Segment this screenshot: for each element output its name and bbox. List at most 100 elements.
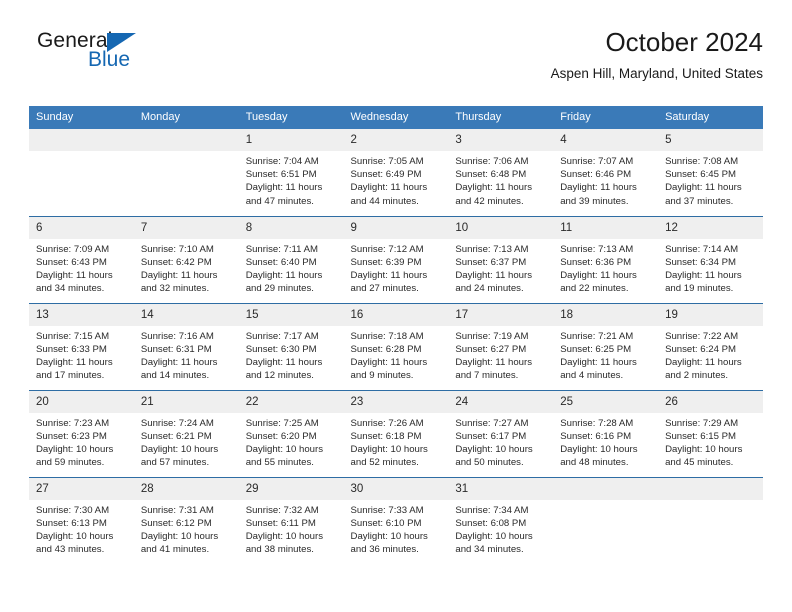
calendar-day-cell[interactable]: 16 Sunrise: 7:18 AM Sunset: 6:28 PM Dayligh…	[343, 302, 449, 390]
day-details: Sunrise: 7:16 AM Sunset: 6:31 PM Daylight:…	[134, 326, 239, 383]
daylight-text: Daylight: 11 hours and 42 minutes.	[455, 182, 532, 207]
calendar-day-cell[interactable]: 21 Sunrise: 7:24 AM Sunset: 6:21 PM Dayligh…	[133, 389, 239, 477]
calendar-day-cell[interactable]: 25 Sunrise: 7:28 AM Sunset: 6:16 PM Dayligh…	[553, 389, 659, 477]
calendar-day-cell[interactable]: 9 Sunrise: 7:12 AM Sunset: 6:39 PM Daylight…	[343, 215, 449, 303]
calendar-day-cell[interactable]: 5 Sunrise: 7:08 AM Sunset: 6:45 PM Daylight…	[658, 129, 763, 216]
day-details: Sunrise: 7:12 AM Sunset: 6:39 PM Daylight:…	[344, 239, 449, 296]
calendar-day-cell[interactable]: 31 Sunrise: 7:34 AM Sunset: 6:08 PM Dayligh…	[448, 476, 554, 564]
sunset-text: Sunset: 6:40 PM	[245, 256, 317, 268]
day-number: 2	[343, 129, 449, 151]
calendar-day-cell[interactable]: 14 Sunrise: 7:16 AM Sunset: 6:31 PM Dayligh…	[133, 302, 239, 390]
daylight-text: Daylight: 11 hours and 7 minutes.	[455, 356, 532, 382]
calendar-day-cell[interactable]: 19 Sunrise: 7:22 AM Sunset: 6:24 PM Dayligh…	[658, 302, 763, 390]
sunrise-text: Sunrise: 7:18 AM	[350, 330, 424, 342]
calendar-day-cell[interactable]: 15 Sunrise: 7:17 AM Sunset: 6:30 PM Dayligh…	[238, 302, 344, 390]
calendar-day-cell[interactable]: 1 Sunrise: 7:04 AM Sunset: 6:51 PM Daylight…	[238, 129, 344, 216]
day-number: 29	[238, 477, 344, 500]
day-details: Sunrise: 7:21 AM Sunset: 6:25 PM Daylight:…	[553, 326, 658, 383]
calendar-day-cell[interactable]: 2 Sunrise: 7:05 AM Sunset: 6:49 PM Daylight…	[343, 129, 449, 216]
day-number: 5	[658, 129, 763, 151]
daylight-text: Daylight: 11 hours and 2 minutes.	[665, 356, 742, 382]
calendar-day-cell[interactable]: 4 Sunrise: 7:07 AM Sunset: 6:46 PM Daylight…	[553, 129, 659, 216]
day-details: Sunrise: 7:30 AM Sunset: 6:13 PM Daylight:…	[29, 500, 134, 557]
day-number: 10	[448, 216, 554, 239]
calendar-day-cell[interactable]: 26 Sunrise: 7:29 AM Sunset: 6:15 PM Dayligh…	[658, 389, 763, 477]
sunrise-text: Sunrise: 7:28 AM	[560, 417, 634, 429]
day-number	[658, 477, 763, 500]
sunset-text: Sunset: 6:20 PM	[245, 430, 317, 442]
sunrise-text: Sunrise: 7:19 AM	[455, 330, 529, 342]
day-number: 4	[553, 129, 659, 151]
day-details: Sunrise: 7:26 AM Sunset: 6:18 PM Daylight:…	[344, 413, 449, 470]
calendar-week-row: 27 Sunrise: 7:30 AM Sunset: 6:13 PM Dayligh…	[29, 476, 763, 564]
calendar-page: General Blue October 2024 Aspen Hill, Ma…	[0, 0, 792, 612]
calendar-body: 1 Sunrise: 7:04 AM Sunset: 6:51 PM Daylight…	[29, 129, 763, 564]
calendar-day-cell[interactable]: 30 Sunrise: 7:33 AM Sunset: 6:10 PM Dayligh…	[343, 476, 449, 564]
day-details: Sunrise: 7:23 AM Sunset: 6:23 PM Daylight:…	[29, 413, 134, 470]
calendar-day-cell[interactable]: 28 Sunrise: 7:31 AM Sunset: 6:12 PM Dayligh…	[133, 476, 239, 564]
day-details: Sunrise: 7:28 AM Sunset: 6:16 PM Daylight:…	[553, 413, 658, 470]
sunset-text: Sunset: 6:15 PM	[665, 430, 736, 442]
sunset-text: Sunset: 6:39 PM	[350, 256, 422, 268]
daylight-text: Daylight: 11 hours and 47 minutes.	[245, 182, 323, 207]
day-number: 8	[238, 216, 344, 239]
day-details: Sunrise: 7:13 AM Sunset: 6:37 PM Daylight:…	[448, 239, 553, 296]
calendar-day-cell[interactable]: 17 Sunrise: 7:19 AM Sunset: 6:27 PM Dayligh…	[448, 302, 554, 390]
day-number: 18	[553, 303, 659, 326]
day-number: 22	[238, 390, 344, 413]
calendar-day-cell[interactable]: 18 Sunrise: 7:21 AM Sunset: 6:25 PM Dayligh…	[553, 302, 659, 390]
sunrise-text: Sunrise: 7:10 AM	[140, 243, 214, 255]
day-number: 28	[133, 477, 239, 500]
calendar-day-cell[interactable]: 8 Sunrise: 7:11 AM Sunset: 6:40 PM Daylight…	[238, 215, 344, 303]
sunset-text: Sunset: 6:11 PM	[245, 517, 316, 529]
day-details: Sunrise: 7:33 AM Sunset: 6:10 PM Daylight:…	[344, 500, 449, 557]
sunset-text: Sunset: 6:13 PM	[36, 517, 107, 529]
sunrise-text: Sunrise: 7:27 AM	[455, 417, 529, 429]
day-details: Sunrise: 7:11 AM Sunset: 6:40 PM Daylight:…	[239, 239, 344, 296]
day-details: Sunrise: 7:05 AM Sunset: 6:49 PM Daylight:…	[344, 151, 449, 208]
calendar-day-cell[interactable]: 20 Sunrise: 7:23 AM Sunset: 6:23 PM Dayligh…	[29, 389, 134, 477]
sunset-text: Sunset: 6:12 PM	[140, 517, 212, 529]
calendar-day-cell[interactable]: 12 Sunrise: 7:14 AM Sunset: 6:34 PM Dayligh…	[658, 215, 763, 303]
day-details: Sunrise: 7:13 AM Sunset: 6:36 PM Daylight:…	[553, 239, 658, 296]
sunrise-text: Sunrise: 7:25 AM	[245, 417, 319, 429]
day-details: Sunrise: 7:09 AM Sunset: 6:43 PM Daylight:…	[29, 239, 134, 296]
day-number: 30	[343, 477, 449, 500]
sunrise-text: Sunrise: 7:34 AM	[455, 504, 529, 516]
day-number: 3	[448, 129, 554, 151]
sunset-text: Sunset: 6:31 PM	[140, 343, 212, 355]
sunrise-text: Sunrise: 7:07 AM	[560, 156, 634, 167]
calendar-day-cell[interactable]: 22 Sunrise: 7:25 AM Sunset: 6:20 PM Dayligh…	[238, 389, 344, 477]
sunset-text: Sunset: 6:27 PM	[455, 343, 527, 355]
calendar-day-cell[interactable]: 3 Sunrise: 7:06 AM Sunset: 6:48 PM Daylight…	[448, 129, 554, 216]
daylight-text: Daylight: 10 hours and 50 minutes.	[455, 443, 533, 469]
calendar-day-cell[interactable]: 10 Sunrise: 7:13 AM Sunset: 6:37 PM Dayligh…	[448, 215, 554, 303]
day-number: 15	[238, 303, 344, 326]
calendar-day-cell[interactable]: 23 Sunrise: 7:26 AM Sunset: 6:18 PM Dayligh…	[343, 389, 449, 477]
day-number: 19	[658, 303, 763, 326]
calendar-day-cell[interactable]: 11 Sunrise: 7:13 AM Sunset: 6:36 PM Dayligh…	[553, 215, 659, 303]
sunrise-text: Sunrise: 7:24 AM	[140, 417, 214, 429]
daylight-text: Daylight: 11 hours and 14 minutes.	[140, 356, 218, 382]
daylight-text: Daylight: 10 hours and 52 minutes.	[350, 443, 428, 469]
calendar-day-cell[interactable]: 29 Sunrise: 7:32 AM Sunset: 6:11 PM Dayligh…	[238, 476, 344, 564]
daylight-text: Daylight: 11 hours and 22 minutes.	[560, 269, 637, 295]
calendar-day-cell[interactable]: 6 Sunrise: 7:09 AM Sunset: 6:43 PM Daylight…	[29, 215, 134, 303]
calendar-day-cell[interactable]: 27 Sunrise: 7:30 AM Sunset: 6:13 PM Dayligh…	[29, 476, 134, 564]
general-blue-logo[interactable]: General Blue	[29, 30, 249, 90]
sunset-text: Sunset: 6:51 PM	[245, 169, 317, 181]
calendar-day-cell[interactable]: 24 Sunrise: 7:27 AM Sunset: 6:17 PM Dayligh…	[448, 389, 554, 477]
day-number	[133, 129, 239, 151]
calendar-week-row: 1 Sunrise: 7:04 AM Sunset: 6:51 PM Daylight…	[29, 129, 763, 216]
sunrise-text: Sunrise: 7:22 AM	[665, 330, 739, 342]
sunset-text: Sunset: 6:10 PM	[350, 517, 422, 529]
calendar-week-row: 13 Sunrise: 7:15 AM Sunset: 6:33 PM Dayligh…	[29, 302, 763, 390]
calendar-day-cell[interactable]: 13 Sunrise: 7:15 AM Sunset: 6:33 PM Dayligh…	[29, 302, 134, 390]
day-number: 24	[448, 390, 554, 413]
daylight-text: Daylight: 10 hours and 41 minutes.	[140, 530, 219, 556]
calendar-week-row: 6 Sunrise: 7:09 AM Sunset: 6:43 PM Daylight…	[29, 215, 763, 303]
weekday-header-sunday: Sunday	[29, 106, 134, 129]
calendar-day-cell[interactable]: 7 Sunrise: 7:10 AM Sunset: 6:42 PM Daylight…	[133, 215, 239, 303]
sunset-text: Sunset: 6:21 PM	[140, 430, 212, 442]
daylight-text: Daylight: 11 hours and 24 minutes.	[455, 269, 532, 295]
